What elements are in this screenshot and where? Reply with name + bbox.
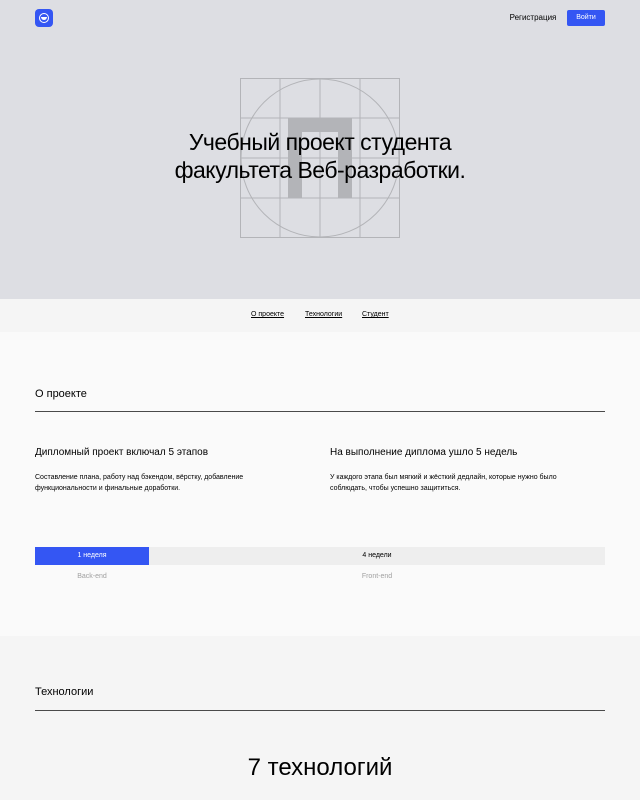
tech-divider <box>35 710 605 711</box>
logo-icon[interactable] <box>35 9 53 27</box>
nav-link-technologies[interactable]: Технологии <box>305 310 342 320</box>
stages-text: Составление плана, работу над бэкендом, … <box>35 474 244 492</box>
about-title: О проекте <box>35 388 87 400</box>
about-divider <box>35 411 605 412</box>
nav-link-about[interactable]: О проекте <box>251 310 284 320</box>
timeline-backend-label: Back-end <box>77 573 107 580</box>
tech-title: Технологии <box>35 686 94 698</box>
hero-title-line: Учебный проект студента <box>188 129 452 155</box>
duration-heading: На выполнение диплома ушло 5 недель <box>330 447 518 458</box>
timeline-bar: 1 неделя 4 недели <box>35 547 605 565</box>
login-button[interactable]: Войти <box>567 10 605 26</box>
timeline-frontend-label: Front-end <box>361 573 393 580</box>
timeline-backend-segment: 1 неделя <box>35 547 149 565</box>
stages-heading: Дипломный проект включал 5 этапов <box>35 447 209 458</box>
hero-section: Регистрация Войти Учебный проект студент… <box>0 0 640 299</box>
register-link[interactable]: Регистрация <box>509 11 557 25</box>
section-nav: О проекте Технологии Студент <box>0 299 640 332</box>
nav-link-student[interactable]: Студент <box>362 310 389 320</box>
hero-title-line: факультета Веб-разработки. <box>174 157 466 183</box>
hero-title: Учебный проект студента факультета Веб-р… <box>120 128 520 184</box>
duration-text: У каждого этапа был мягкий и жёсткий дед… <box>330 474 557 492</box>
tech-count: 7 технологий <box>247 754 393 781</box>
timeline-frontend-segment: 4 недели <box>362 552 392 559</box>
